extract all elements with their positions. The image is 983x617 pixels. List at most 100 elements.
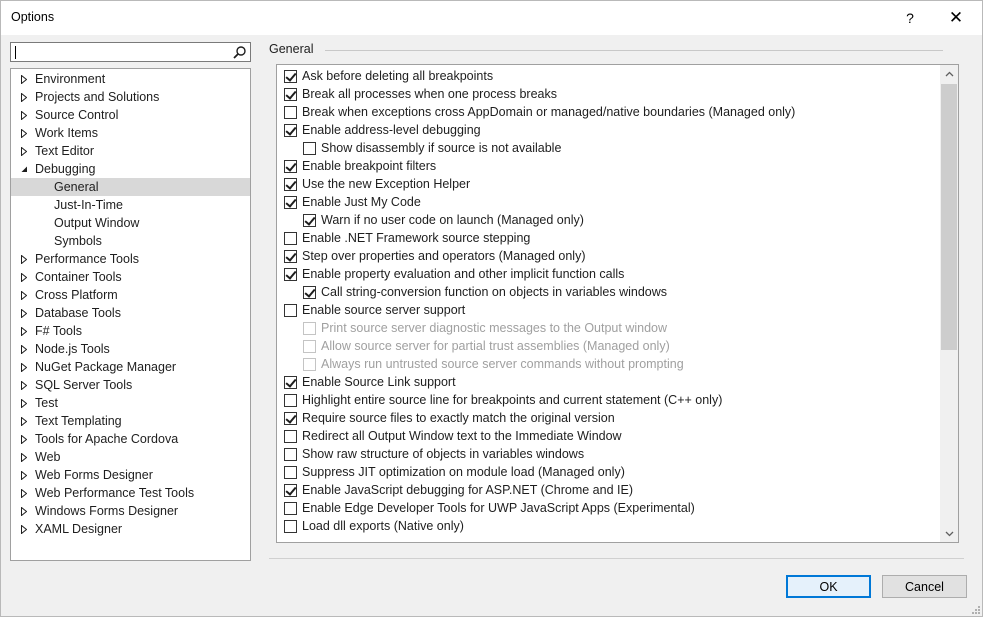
tree-item[interactable]: Environment <box>11 70 250 88</box>
checkbox-checked[interactable] <box>303 285 316 299</box>
close-button[interactable]: ✕ <box>933 1 979 35</box>
checkbox-unchecked[interactable] <box>284 447 297 461</box>
option-row[interactable]: Call string-conversion function on objec… <box>303 283 667 301</box>
tree-item[interactable]: Test <box>11 394 250 412</box>
options-category-tree[interactable]: Environment Projects and Solutions Source … <box>10 68 251 561</box>
collapsed-arrow-icon[interactable] <box>19 358 29 376</box>
tree-item[interactable]: Projects and Solutions <box>11 88 250 106</box>
checkbox-checked[interactable] <box>284 69 297 83</box>
checkbox-unchecked[interactable] <box>284 465 297 479</box>
tree-item[interactable]: F# Tools <box>11 322 250 340</box>
tree-item[interactable]: Work Items <box>11 124 250 142</box>
option-row[interactable]: Suppress JIT optimization on module load… <box>284 463 625 481</box>
collapsed-arrow-icon[interactable] <box>19 322 29 340</box>
option-label[interactable]: Step over properties and operators (Mana… <box>302 249 586 263</box>
collapsed-arrow-icon[interactable] <box>19 520 29 538</box>
ok-button[interactable]: OK <box>786 575 871 598</box>
checkbox-checked[interactable] <box>284 267 297 281</box>
collapsed-arrow-icon[interactable] <box>19 394 29 412</box>
tree-item[interactable]: Tools for Apache Cordova <box>11 430 250 448</box>
resize-grip-icon[interactable] <box>970 604 980 614</box>
option-label[interactable]: Break all processes when one process bre… <box>302 87 557 101</box>
tree-item[interactable]: XAML Designer <box>11 520 250 538</box>
option-row[interactable]: Step over properties and operators (Mana… <box>284 247 586 265</box>
tree-item[interactable]: Web Forms Designer <box>11 466 250 484</box>
collapsed-arrow-icon[interactable] <box>19 484 29 502</box>
tree-item[interactable]: Node.js Tools <box>11 340 250 358</box>
collapsed-arrow-icon[interactable] <box>19 142 29 160</box>
option-row[interactable]: Show raw structure of objects in variabl… <box>284 445 584 463</box>
collapsed-arrow-icon[interactable] <box>19 88 29 106</box>
scrollbar-thumb[interactable] <box>941 84 957 350</box>
option-row[interactable]: Enable address-level debugging <box>284 121 481 139</box>
option-row[interactable]: Ask before deleting all breakpoints <box>284 67 493 85</box>
option-row[interactable]: Highlight entire source line for breakpo… <box>284 391 722 409</box>
tree-item[interactable]: Web <box>11 448 250 466</box>
tree-item[interactable]: Database Tools <box>11 304 250 322</box>
checkbox-unchecked[interactable] <box>284 501 297 515</box>
checkbox-unchecked[interactable] <box>284 519 297 533</box>
tree-item[interactable]: Text Editor <box>11 142 250 160</box>
option-label[interactable]: Enable JavaScript debugging for ASP.NET … <box>302 483 633 497</box>
collapsed-arrow-icon[interactable] <box>19 340 29 358</box>
collapsed-arrow-icon[interactable] <box>19 286 29 304</box>
option-label[interactable]: Call string-conversion function on objec… <box>321 285 667 299</box>
search-input[interactable] <box>13 44 227 60</box>
help-button[interactable]: ? <box>887 1 933 35</box>
checkbox-checked[interactable] <box>284 411 297 425</box>
collapsed-arrow-icon[interactable] <box>19 412 29 430</box>
collapsed-arrow-icon[interactable] <box>19 466 29 484</box>
option-row[interactable]: Break when exceptions cross AppDomain or… <box>284 103 795 121</box>
scroll-up-arrow-icon[interactable] <box>940 65 958 82</box>
option-row[interactable]: Enable Just My Code <box>284 193 421 211</box>
collapsed-arrow-icon[interactable] <box>19 268 29 286</box>
checkbox-checked[interactable] <box>284 375 297 389</box>
tree-item[interactable]: Text Templating <box>11 412 250 430</box>
option-row[interactable]: Require source files to exactly match th… <box>284 409 615 427</box>
checkbox-unchecked[interactable] <box>303 141 316 155</box>
collapsed-arrow-icon[interactable] <box>19 502 29 520</box>
tree-item[interactable]: Web Performance Test Tools <box>11 484 250 502</box>
option-row[interactable]: Break all processes when one process bre… <box>284 85 557 103</box>
option-label[interactable]: Load dll exports (Native only) <box>302 519 464 533</box>
checkbox-unchecked[interactable] <box>284 231 297 245</box>
tree-item[interactable]: Output Window <box>11 214 250 232</box>
option-label[interactable]: Enable source server support <box>302 303 465 317</box>
tree-item[interactable]: Windows Forms Designer <box>11 502 250 520</box>
option-label[interactable]: Enable breakpoint filters <box>302 159 436 173</box>
option-label[interactable]: Enable .NET Framework source stepping <box>302 231 530 245</box>
option-row[interactable]: Use the new Exception Helper <box>284 175 470 193</box>
scroll-down-arrow-icon[interactable] <box>940 525 958 542</box>
tree-item[interactable]: Performance Tools <box>11 250 250 268</box>
option-label[interactable]: Warn if no user code on launch (Managed … <box>321 213 584 227</box>
option-row[interactable]: Show disassembly if source is not availa… <box>303 139 561 157</box>
checkbox-unchecked[interactable] <box>284 105 297 119</box>
tree-item[interactable]: Debugging <box>11 160 250 178</box>
option-row[interactable]: Enable .NET Framework source stepping <box>284 229 530 247</box>
tree-item[interactable]: NuGet Package Manager <box>11 358 250 376</box>
option-row[interactable]: Enable Source Link support <box>284 373 456 391</box>
checkbox-unchecked[interactable] <box>284 429 297 443</box>
search-icon[interactable] <box>232 45 247 60</box>
option-row[interactable]: Load dll exports (Native only) <box>284 517 464 535</box>
option-label[interactable]: Redirect all Output Window text to the I… <box>302 429 622 443</box>
tree-item[interactable]: General <box>11 178 250 196</box>
checkbox-checked[interactable] <box>284 249 297 263</box>
tree-item[interactable]: Just-In-Time <box>11 196 250 214</box>
option-label[interactable]: Show raw structure of objects in variabl… <box>302 447 584 461</box>
options-search-box[interactable] <box>10 42 251 62</box>
tree-item[interactable]: Cross Platform <box>11 286 250 304</box>
options-scrollbar[interactable] <box>940 65 958 542</box>
option-row[interactable]: Warn if no user code on launch (Managed … <box>303 211 584 229</box>
tree-item[interactable]: Symbols <box>11 232 250 250</box>
option-row[interactable]: Enable Edge Developer Tools for UWP Java… <box>284 499 695 517</box>
checkbox-checked[interactable] <box>284 123 297 137</box>
tree-item[interactable]: Source Control <box>11 106 250 124</box>
option-row[interactable]: Enable breakpoint filters <box>284 157 436 175</box>
option-label[interactable]: Use the new Exception Helper <box>302 177 470 191</box>
collapsed-arrow-icon[interactable] <box>19 70 29 88</box>
checkbox-checked[interactable] <box>284 195 297 209</box>
collapsed-arrow-icon[interactable] <box>19 376 29 394</box>
tree-item[interactable]: SQL Server Tools <box>11 376 250 394</box>
option-label[interactable]: Enable Source Link support <box>302 375 456 389</box>
